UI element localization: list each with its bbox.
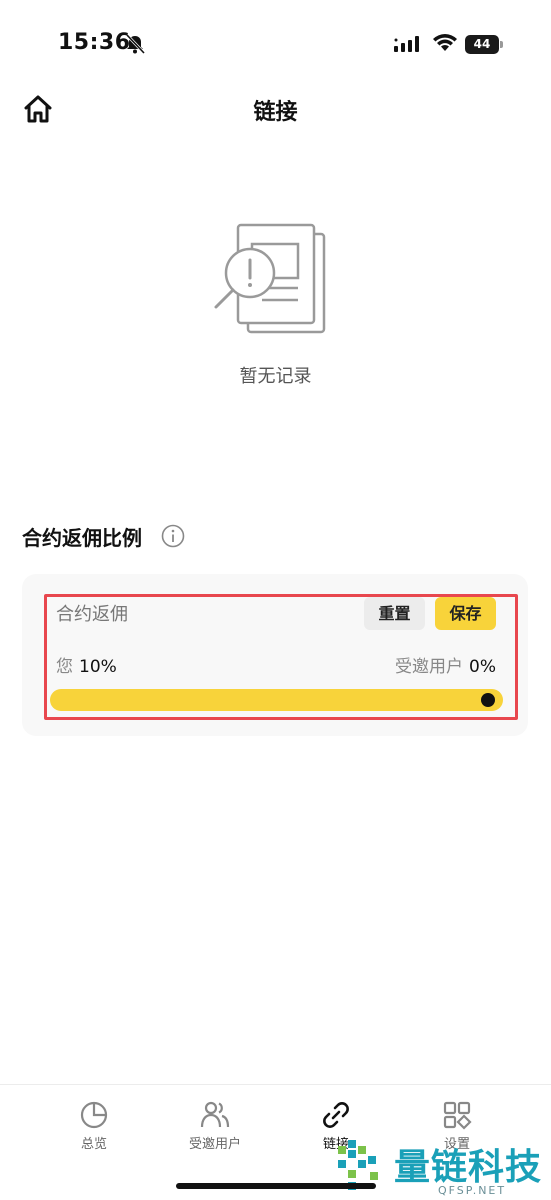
reset-button[interactable]: 重置 [364,597,425,630]
link-icon [323,1102,349,1128]
status-time: 15:36 [58,30,131,55]
your-share-label: 您 [56,657,73,677]
empty-state-text: 暂无记录 [239,366,312,387]
watermark: 量链科技 QFSP.NET [330,1136,551,1200]
rebate-label: 合约返佣 [56,604,128,625]
invitee-share-value: 0% [469,657,496,677]
rebate-slider-track[interactable] [50,689,503,711]
battery-level: 44 [465,35,499,54]
bell-muted-icon [125,33,146,55]
wifi-icon [433,34,457,51]
home-indicator [176,1183,376,1189]
battery-tip [500,41,503,48]
tab-invited-users-label: 受邀用户 [188,1137,241,1152]
watermark-text: 量链科技 [394,1147,543,1188]
tab-overview-label: 总览 [80,1137,107,1152]
header: 链接 [0,88,551,130]
cellular-signal-icon [394,36,419,52]
rebate-slider-thumb[interactable] [481,693,495,707]
grid-icon [443,1101,472,1130]
your-share-value: 10% [79,657,117,677]
info-icon[interactable] [161,524,185,548]
tab-overview[interactable]: 总览 [44,1099,144,1152]
invitee-share: 受邀用户 0% [395,652,496,677]
tab-invited-users[interactable]: 受邀用户 [165,1099,265,1152]
status-bar: 15:36 44 [0,0,551,90]
page-title: 链接 [253,100,298,125]
your-share: 您 10% [56,652,117,677]
empty-records-icon [214,223,326,334]
users-icon [200,1101,230,1128]
section-title: 合约返佣比例 [22,526,142,550]
save-button[interactable]: 保存 [435,597,496,630]
battery-indicator: 44 [465,35,503,54]
pie-chart-icon [80,1101,108,1129]
watermark-subtext: QFSP.NET [438,1184,507,1197]
invitee-share-label: 受邀用户 [395,657,464,677]
